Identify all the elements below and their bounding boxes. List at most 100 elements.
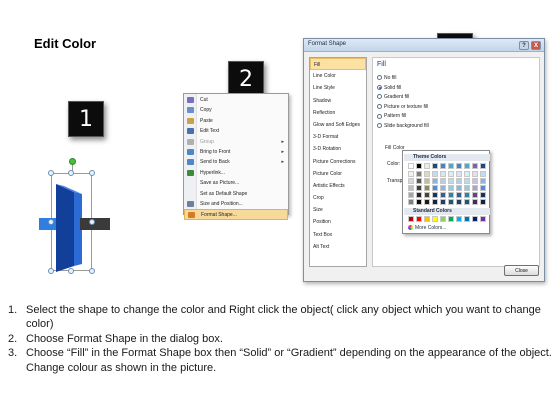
color-swatch[interactable] bbox=[432, 199, 438, 205]
color-swatch[interactable] bbox=[456, 216, 462, 222]
color-swatch[interactable] bbox=[480, 171, 486, 177]
context-menu-item[interactable]: Format Shape... bbox=[184, 209, 288, 220]
context-menu-item[interactable]: Set as Default Shape bbox=[184, 189, 288, 199]
context-menu-item[interactable]: Hyperlink... bbox=[184, 168, 288, 178]
fill-option[interactable]: Picture or texture fill bbox=[377, 104, 428, 110]
color-swatch[interactable] bbox=[416, 192, 422, 198]
color-swatch[interactable] bbox=[464, 163, 470, 169]
resize-handle-tc[interactable] bbox=[68, 170, 74, 176]
dialog-nav-item[interactable]: Size bbox=[310, 204, 366, 216]
shape-dark-bar[interactable] bbox=[80, 218, 110, 230]
color-swatch[interactable] bbox=[432, 171, 438, 177]
radio-button[interactable] bbox=[377, 75, 382, 81]
dialog-nav-item[interactable]: Position bbox=[310, 216, 366, 228]
color-swatch[interactable] bbox=[440, 178, 446, 184]
color-swatch[interactable] bbox=[432, 216, 438, 222]
color-swatch[interactable] bbox=[472, 216, 478, 222]
dialog-nav-item[interactable]: Text Box bbox=[310, 229, 366, 241]
color-swatch[interactable] bbox=[416, 163, 422, 169]
color-swatch[interactable] bbox=[416, 178, 422, 184]
fill-option[interactable]: Solid fill bbox=[377, 85, 401, 91]
radio-button[interactable] bbox=[377, 113, 382, 119]
dialog-nav-item[interactable]: Alt Text bbox=[310, 241, 366, 253]
color-swatch[interactable] bbox=[472, 163, 478, 169]
dialog-nav-item[interactable]: 3-D Format bbox=[310, 131, 366, 143]
color-swatch[interactable] bbox=[432, 185, 438, 191]
color-swatch[interactable] bbox=[416, 171, 422, 177]
color-swatch[interactable] bbox=[424, 216, 430, 222]
context-menu-item[interactable]: Edit Text bbox=[184, 126, 288, 136]
color-swatch[interactable] bbox=[416, 199, 422, 205]
color-swatch[interactable] bbox=[424, 192, 430, 198]
color-swatch[interactable] bbox=[440, 171, 446, 177]
color-swatch[interactable] bbox=[416, 216, 422, 222]
radio-button[interactable] bbox=[377, 94, 382, 100]
color-swatch[interactable] bbox=[416, 185, 422, 191]
color-swatch[interactable] bbox=[408, 163, 414, 169]
color-swatch[interactable] bbox=[424, 171, 430, 177]
color-swatch[interactable] bbox=[448, 171, 454, 177]
fill-option[interactable]: Gradient fill bbox=[377, 94, 409, 100]
color-swatch[interactable] bbox=[440, 216, 446, 222]
context-menu-item[interactable]: Cut bbox=[184, 95, 288, 105]
rotation-handle[interactable] bbox=[69, 158, 76, 165]
color-swatch[interactable] bbox=[472, 192, 478, 198]
color-swatch[interactable] bbox=[424, 163, 430, 169]
color-swatch[interactable] bbox=[408, 178, 414, 184]
color-swatch[interactable] bbox=[408, 171, 414, 177]
color-swatch[interactable] bbox=[480, 216, 486, 222]
resize-handle-bc[interactable] bbox=[68, 268, 74, 274]
color-swatch[interactable] bbox=[448, 185, 454, 191]
dialog-nav-item[interactable]: Crop bbox=[310, 192, 366, 204]
color-swatch[interactable] bbox=[408, 185, 414, 191]
color-swatch[interactable] bbox=[456, 163, 462, 169]
color-swatch[interactable] bbox=[480, 178, 486, 184]
color-swatch[interactable] bbox=[464, 216, 470, 222]
radio-button[interactable] bbox=[377, 103, 382, 109]
fill-option[interactable]: No fill bbox=[377, 75, 397, 81]
context-menu-item[interactable]: Save as Picture... bbox=[184, 178, 288, 188]
color-swatch[interactable] bbox=[424, 199, 430, 205]
resize-handle-tl[interactable] bbox=[48, 170, 54, 176]
color-swatch[interactable] bbox=[440, 199, 446, 205]
color-swatch[interactable] bbox=[480, 163, 486, 169]
context-menu-item[interactable]: Send to Back ▸ bbox=[184, 157, 288, 167]
color-swatch[interactable] bbox=[448, 163, 454, 169]
color-swatch[interactable] bbox=[432, 163, 438, 169]
color-swatch[interactable] bbox=[432, 192, 438, 198]
color-swatch[interactable] bbox=[464, 185, 470, 191]
resize-handle-mr[interactable] bbox=[89, 219, 95, 225]
dialog-nav-item[interactable]: Reflection bbox=[310, 107, 366, 119]
dialog-nav-item[interactable]: Picture Corrections bbox=[310, 156, 366, 168]
help-button[interactable]: ? bbox=[519, 41, 529, 50]
color-swatch[interactable] bbox=[456, 199, 462, 205]
color-swatch[interactable] bbox=[440, 163, 446, 169]
dialog-titlebar[interactable]: Format Shape ? X bbox=[304, 39, 544, 52]
fill-option[interactable]: Pattern fill bbox=[377, 113, 406, 119]
context-menu-item[interactable]: Size and Position... bbox=[184, 199, 288, 209]
color-swatch[interactable] bbox=[440, 185, 446, 191]
color-swatch[interactable] bbox=[464, 199, 470, 205]
context-menu-item[interactable]: Copy bbox=[184, 105, 288, 115]
color-swatch[interactable] bbox=[456, 192, 462, 198]
dialog-nav-item[interactable]: Shadow bbox=[310, 95, 366, 107]
color-swatch[interactable] bbox=[408, 216, 414, 222]
color-swatch[interactable] bbox=[480, 199, 486, 205]
close-button[interactable]: Close bbox=[504, 265, 539, 276]
color-swatch[interactable] bbox=[464, 192, 470, 198]
resize-handle-bl[interactable] bbox=[48, 268, 54, 274]
more-colors-option[interactable]: More Colors... bbox=[408, 225, 446, 231]
dialog-nav-item[interactable]: Picture Color bbox=[310, 168, 366, 180]
dialog-nav-item[interactable]: Fill bbox=[310, 58, 366, 71]
color-swatch[interactable] bbox=[448, 192, 454, 198]
color-swatch[interactable] bbox=[448, 199, 454, 205]
color-swatch[interactable] bbox=[472, 185, 478, 191]
color-swatch[interactable] bbox=[480, 185, 486, 191]
color-swatch[interactable] bbox=[472, 178, 478, 184]
color-swatch[interactable] bbox=[424, 185, 430, 191]
color-swatch[interactable] bbox=[456, 171, 462, 177]
fill-option[interactable]: Slide background fill bbox=[377, 123, 429, 129]
color-swatch[interactable] bbox=[472, 171, 478, 177]
color-swatch[interactable] bbox=[448, 178, 454, 184]
dialog-nav-item[interactable]: Glow and Soft Edges bbox=[310, 119, 366, 131]
